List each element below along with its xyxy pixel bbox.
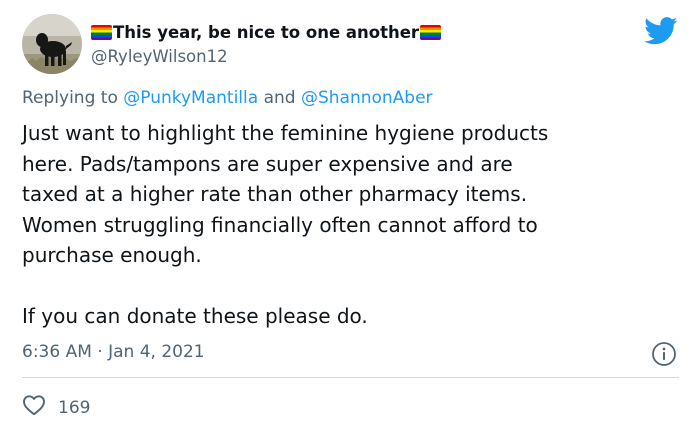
info-icon[interactable] (651, 341, 677, 367)
display-name[interactable]: This year, be nice to one another (91, 21, 442, 43)
tweet-text: Just want to highlight the feminine hygi… (22, 118, 682, 332)
rainbow-flag-icon (91, 24, 112, 40)
tweet-line: purchase enough. (22, 243, 202, 267)
tweet-timestamp[interactable]: 6:36 AM · Jan 4, 2021 (22, 342, 205, 362)
mention-link[interactable]: @ShannonAber (301, 88, 433, 108)
like-count: 169 (58, 397, 91, 418)
mention-link[interactable]: @PunkyMantilla (123, 88, 258, 108)
black-dog-avatar (22, 14, 82, 74)
rainbow-flag-icon (420, 24, 442, 40)
tweet-line: Women struggling financially often canno… (22, 212, 538, 237)
tweet-card: This year, be nice to one another @Ryley… (0, 0, 700, 433)
tweet-line: here. Pads/tampons are super expensive a… (22, 151, 513, 176)
tweet-line: Just want to highlight the feminine hygi… (22, 121, 549, 145)
user-handle[interactable]: @RyleyWilson12 (91, 47, 228, 66)
display-name-text: This year, be nice to one another (113, 22, 420, 42)
twitter-bird-icon[interactable] (644, 17, 678, 45)
tweet-line: If you can donate these please do. (22, 304, 368, 328)
tweet-line: taxed at a higher rate than other pharma… (22, 182, 528, 206)
reply-prefix: Replying to (22, 88, 118, 108)
heart-icon (22, 394, 58, 421)
divider (22, 377, 679, 378)
avatar[interactable] (22, 14, 82, 74)
like-button[interactable]: 169 (22, 394, 90, 421)
reply-context: Replying to @PunkyMantilla and @ShannonA… (22, 88, 433, 108)
reply-conjunction: and (263, 88, 296, 108)
